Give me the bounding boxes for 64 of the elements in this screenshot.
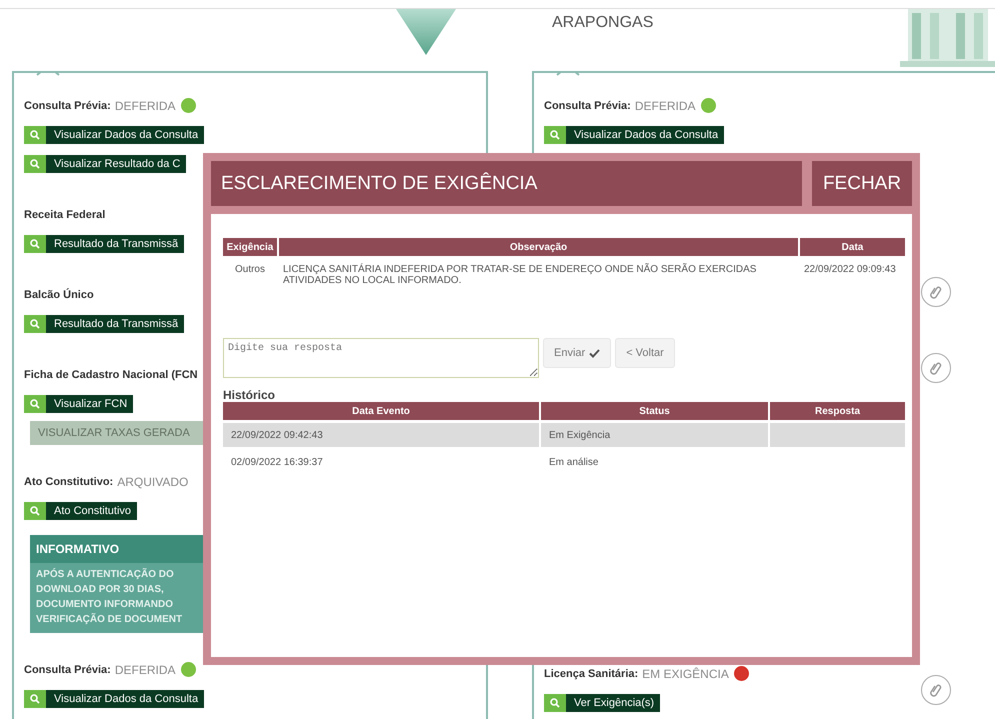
- column-header: Data: [800, 238, 905, 256]
- info-text: DOWNLOAD POR 30 DIAS,: [35, 583, 165, 597]
- table-cell: 02/09/2022 16:39:37: [231, 456, 323, 468]
- view-button[interactable]: Visualizar Resultado da C: [24, 154, 186, 172]
- search-icon: [30, 238, 40, 248]
- city-name: ARAPONGAS: [552, 14, 654, 33]
- field-label: Ato Constitutivo:: [24, 476, 114, 488]
- view-button[interactable]: Visualizar Dados da Consulta: [544, 126, 724, 144]
- status-value: ARQUIVADO: [117, 474, 188, 488]
- check-icon: [589, 348, 600, 358]
- column-header: Status: [541, 402, 768, 420]
- status-value: DEFERIDA: [634, 98, 696, 112]
- table-cell: LICENÇA SANITÁRIA INDEFERIDA POR TRATAR-SE DE ENDEREÇO ONDE NÃO SERÃO EXERCIDAS ATIVIDADES NO LOCAL INFORMADO.: [283, 264, 756, 286]
- column-header: Exigência: [223, 238, 277, 256]
- paperclip-icon: [930, 683, 942, 697]
- view-button[interactable]: Ato Constitutivo: [24, 502, 138, 520]
- field-label: Consulta Prévia:: [544, 100, 631, 112]
- table-cell: 22/09/2022 09:42:43: [231, 430, 323, 440]
- table-cell: Em análise: [549, 456, 598, 468]
- status-value: DEFERIDA: [114, 98, 176, 112]
- search-icon: [30, 158, 40, 168]
- section-heading: Receita Federal: [24, 208, 106, 220]
- table-cell: 22/09/2022 09:09:43: [804, 264, 896, 275]
- field-label: Licença Sanitária:: [544, 668, 638, 680]
- view-button[interactable]: Visualizar Dados da Consulta: [24, 126, 204, 144]
- view-button[interactable]: Resultado da Transmissã: [24, 314, 184, 332]
- search-icon: [550, 698, 560, 708]
- section-heading: Ficha de Cadastro Nacional (FCN: [24, 368, 198, 380]
- column-header: Data Evento: [223, 402, 539, 420]
- view-button[interactable]: Resultado da Transmissã: [24, 234, 184, 252]
- attach-button[interactable]: [921, 675, 951, 705]
- paperclip-icon: [930, 285, 942, 299]
- section-title: Histórico: [223, 388, 276, 402]
- reply-field[interactable]: Digite sua resposta: [223, 338, 539, 378]
- search-icon: [30, 398, 40, 408]
- info-text: DOCUMENTO INFORMANDO: [35, 598, 174, 612]
- attach-button[interactable]: [921, 353, 951, 383]
- view-button[interactable]: Visualizar Dados da Consulta: [24, 690, 204, 708]
- section-heading: Balcão Único: [24, 288, 94, 300]
- search-icon: [30, 130, 40, 140]
- info-text: VERIFICAÇÃO DE DOCUMENT: [35, 612, 184, 627]
- column-header: Resposta: [770, 402, 905, 420]
- search-icon: [550, 130, 560, 140]
- table-cell: Outros: [234, 264, 265, 275]
- send-button[interactable]: Enviar: [543, 338, 612, 368]
- close-button[interactable]: FECHAR: [812, 161, 912, 206]
- field-label: Consulta Prévia:: [24, 664, 111, 676]
- column-header: Observação: [279, 238, 798, 256]
- search-icon: [30, 694, 40, 704]
- search-icon: [30, 318, 40, 328]
- dialog-title: ESCLARECIMENTO DE EXIGÊNCIA: [211, 161, 802, 206]
- triangle-icon: [396, 9, 456, 55]
- info-text: APÓS A AUTENTICAÇÃO DO: [35, 567, 175, 582]
- paperclip-icon: [930, 361, 942, 375]
- attach-button[interactable]: [921, 277, 951, 307]
- field-label: Consulta Prévia:: [24, 100, 111, 112]
- search-icon: [30, 506, 40, 516]
- view-button[interactable]: Visualizar FCN: [24, 394, 134, 412]
- view-button[interactable]: Ver Exigência(s): [544, 694, 660, 712]
- status-value: DEFERIDA: [114, 662, 176, 676]
- table-cell: Em Exigência: [549, 430, 610, 440]
- info-title: INFORMATIVO: [30, 535, 205, 563]
- status-value: EM EXIGÊNCIA: [642, 666, 729, 680]
- back-button[interactable]: < Voltar: [615, 338, 675, 368]
